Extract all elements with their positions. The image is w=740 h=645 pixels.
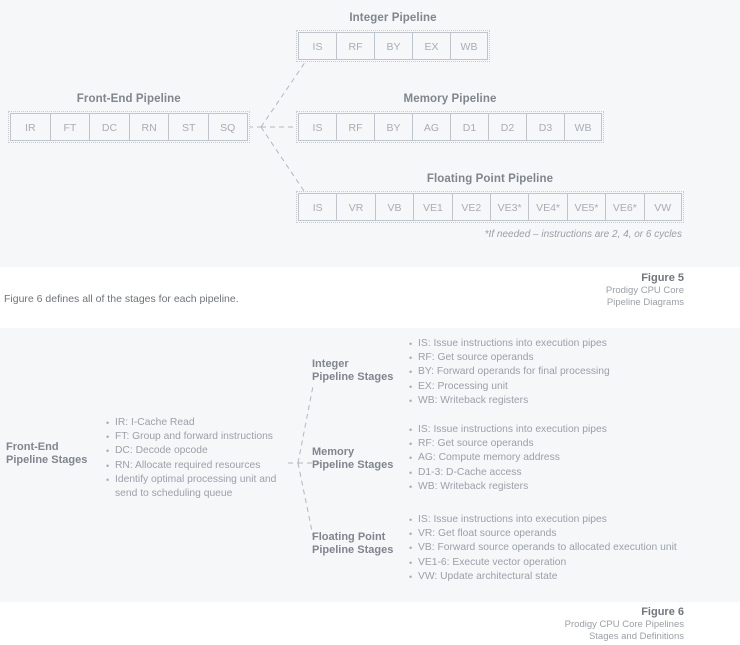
figure5-caption: Figure 5 Prodigy CPU Core Pipeline Diagr… xyxy=(606,272,684,310)
list-item: D1-3: D-Cache access xyxy=(409,466,607,480)
stage-cell[interactable]: VR xyxy=(336,193,375,221)
stage-cell[interactable]: D2 xyxy=(488,113,526,141)
stage-cell[interactable]: D1 xyxy=(450,113,488,141)
list-item: Identify optimal processing unit and sen… xyxy=(106,473,295,501)
list-item: WB: Writeback registers xyxy=(409,480,607,494)
section-label-integer-stages: Integer Pipeline Stages xyxy=(312,358,393,384)
list-item: IS: Issue instructions into execution pi… xyxy=(409,337,610,351)
figure5-panel: Front-End Pipeline IR FT DC RN ST SQ Int… xyxy=(0,0,740,267)
memory-label-line-2: Pipeline Stages xyxy=(312,459,394,471)
integer-label-line-2: Pipeline Stages xyxy=(312,371,394,383)
float-label-line-1: Floating Point xyxy=(312,531,386,543)
stage-cell[interactable]: WB xyxy=(450,32,488,60)
float-label-line-2: Pipeline Stages xyxy=(312,544,394,556)
stage-cell[interactable]: FT xyxy=(49,113,90,141)
pipeline-title-front-end: Front-End Pipeline xyxy=(76,93,181,105)
section-label-floating-point-stages: Floating Point Pipeline Stages xyxy=(312,531,393,557)
body-note-text: Figure 6 defines all of the stages for e… xyxy=(4,293,239,305)
stage-cell[interactable]: RF xyxy=(336,32,374,60)
front-end-label-line-1: Front-End xyxy=(6,441,59,453)
pipeline-row-memory: IS RF BY AG D1 D2 D3 WB xyxy=(296,111,604,143)
list-item: RN: Allocate required resources xyxy=(106,459,295,473)
list-item: AG: Compute memory address xyxy=(409,451,607,465)
bullet-list-integer: IS: Issue instructions into execution pi… xyxy=(409,337,610,408)
stage-cell[interactable]: AG xyxy=(412,113,450,141)
stage-cell[interactable]: VE2 xyxy=(451,193,490,221)
floating-point-footnote: *If needed – instructions are 2, 4, or 6… xyxy=(484,229,682,240)
bullet-list-front-end: IR: I-Cache Read FT: Group and forward i… xyxy=(106,416,295,501)
list-item: FT: Group and forward instructions xyxy=(106,430,295,444)
figure6-caption-title: Figure 6 xyxy=(641,606,684,618)
stage-cell[interactable]: VE5* xyxy=(566,193,606,221)
section-label-front-end-stages: Front-End Pipeline Stages xyxy=(6,441,87,467)
list-item: RF: Get source operands xyxy=(409,351,610,365)
figure6-caption-line-1: Prodigy CPU Core Pipelines xyxy=(564,618,684,630)
list-item: EX: Processing unit xyxy=(409,380,610,394)
list-item: IR: I-Cache Read xyxy=(106,416,295,430)
stage-cell[interactable]: IR xyxy=(10,113,50,141)
bullet-list-memory: IS: Issue instructions into execution pi… xyxy=(409,423,607,494)
figure5-caption-line-1: Prodigy CPU Core xyxy=(605,284,684,296)
stage-cell[interactable]: WB xyxy=(564,113,602,141)
front-end-label-line-2: Pipeline Stages xyxy=(6,454,88,466)
list-item: BY: Forward operands for final processin… xyxy=(409,365,610,379)
figure6-caption: Figure 6 Prodigy CPU Core Pipelines Stag… xyxy=(565,606,684,644)
figure6-caption-line-2: Stages and Definitions xyxy=(588,631,684,642)
pipeline-row-front-end: IR FT DC RN ST SQ xyxy=(8,111,250,143)
stage-cell[interactable]: VE1 xyxy=(413,193,452,221)
stage-cell[interactable]: DC xyxy=(89,113,129,141)
stage-cell[interactable]: RN xyxy=(128,113,169,141)
stage-cell[interactable]: VE6* xyxy=(605,193,644,221)
list-item: RF: Get source operands xyxy=(409,437,607,451)
pipeline-group-memory: Memory Pipeline IS RF BY AG D1 D2 D3 WB xyxy=(296,93,604,143)
stage-cell[interactable]: SQ xyxy=(207,113,248,141)
stage-cell[interactable]: ST xyxy=(168,113,208,141)
list-item: VE1-6: Execute vector operation xyxy=(409,556,677,570)
list-item: IS: Issue instructions into execution pi… xyxy=(409,423,607,437)
list-item: VR: Get float source operands xyxy=(409,527,677,541)
stage-cell[interactable]: EX xyxy=(412,32,450,60)
stage-cell[interactable]: VE3* xyxy=(489,193,529,221)
list-item: VB: Forward source operands to allocated… xyxy=(409,541,677,555)
memory-label-line-1: Memory xyxy=(312,446,355,458)
stage-cell[interactable]: VW xyxy=(643,193,682,221)
stage-cell[interactable]: BY xyxy=(374,113,412,141)
stage-cell[interactable]: VB xyxy=(374,193,414,221)
stage-cell[interactable]: IS xyxy=(298,113,336,141)
stage-cell[interactable]: D3 xyxy=(526,113,564,141)
stage-cell[interactable]: IS xyxy=(298,193,337,221)
pipeline-title-integer: Integer Pipeline xyxy=(349,12,437,24)
pipeline-title-floating-point: Floating Point Pipeline xyxy=(426,173,554,185)
section-label-memory-stages: Memory Pipeline Stages xyxy=(312,446,393,472)
pipeline-row-floating-point: IS VR VB VE1 VE2 VE3* VE4* VE5* VE6* VW xyxy=(296,191,684,223)
integer-label-line-1: Integer xyxy=(312,358,349,370)
figure6-panel: Front-End Pipeline Stages IR: I-Cache Re… xyxy=(0,328,740,602)
list-item: DC: Decode opcode xyxy=(106,444,295,458)
pipeline-title-memory: Memory Pipeline xyxy=(403,93,497,105)
figure5-caption-line-2: Pipeline Diagrams xyxy=(606,297,684,308)
list-item: VW: Update architectural state xyxy=(409,570,677,584)
list-item: WB: Writeback registers xyxy=(409,394,610,408)
pipeline-group-integer: Integer Pipeline IS RF BY EX WB xyxy=(296,12,490,62)
pipeline-group-floating-point: Floating Point Pipeline IS VR VB VE1 VE2… xyxy=(296,173,684,223)
stage-cell[interactable]: VE4* xyxy=(528,193,567,221)
stage-cell[interactable]: BY xyxy=(374,32,412,60)
stage-cell[interactable]: RF xyxy=(336,113,374,141)
pipeline-row-integer: IS RF BY EX WB xyxy=(296,30,490,62)
pipeline-group-front-end: Front-End Pipeline IR FT DC RN ST SQ xyxy=(8,93,250,143)
figure5-caption-title: Figure 5 xyxy=(641,272,684,284)
bullet-list-floating-point: IS: Issue instructions into execution pi… xyxy=(409,513,677,584)
list-item: IS: Issue instructions into execution pi… xyxy=(409,513,677,527)
stage-cell[interactable]: IS xyxy=(298,32,336,60)
